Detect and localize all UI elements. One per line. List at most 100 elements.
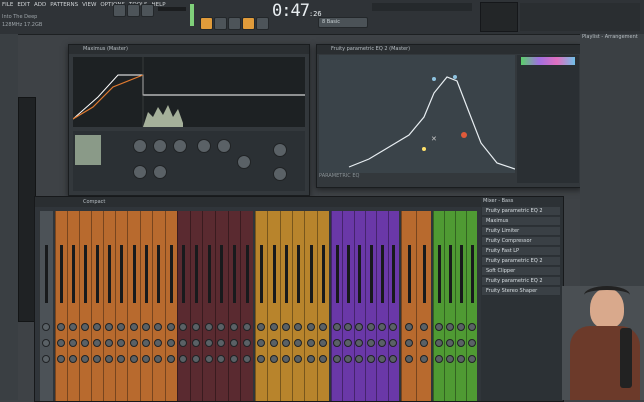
- track-knob[interactable]: [257, 323, 266, 331]
- track-knob[interactable]: [230, 323, 238, 331]
- track-knob[interactable]: [294, 339, 303, 347]
- track-knob[interactable]: [204, 339, 213, 347]
- track-knob[interactable]: [378, 339, 386, 347]
- eq-band-node[interactable]: [432, 77, 436, 81]
- eq-graph[interactable]: ✕: [319, 55, 516, 173]
- track-fader[interactable]: [369, 245, 373, 303]
- track-fader[interactable]: [448, 245, 452, 303]
- track-knob[interactable]: [204, 355, 213, 363]
- menu-view[interactable]: VIEW: [82, 2, 96, 8]
- track-knob[interactable]: [142, 355, 150, 363]
- track-fader[interactable]: [207, 245, 211, 303]
- track-knob[interactable]: [456, 355, 465, 363]
- track-knob[interactable]: [204, 323, 213, 331]
- track-fader[interactable]: [347, 245, 350, 303]
- track-knob[interactable]: [154, 323, 163, 331]
- master-knob[interactable]: [197, 139, 211, 153]
- track-knob[interactable]: [42, 323, 50, 331]
- track-knob[interactable]: [467, 339, 476, 347]
- track-knob[interactable]: [257, 355, 266, 363]
- track-knob[interactable]: [166, 339, 175, 347]
- menu-patterns[interactable]: PATTERNS: [50, 2, 78, 8]
- track-knob[interactable]: [434, 339, 443, 347]
- track-fader[interactable]: [422, 245, 426, 303]
- track-knob[interactable]: [294, 323, 303, 331]
- stop-button[interactable]: [127, 4, 140, 17]
- insert-slot[interactable]: Maximus: [482, 217, 560, 226]
- track-knob[interactable]: [445, 339, 454, 347]
- track-knob[interactable]: [281, 355, 290, 363]
- track-fader[interactable]: [459, 245, 463, 303]
- track-knob[interactable]: [57, 355, 65, 363]
- track-fader[interactable]: [157, 245, 161, 303]
- mixer-track-group[interactable]: [401, 211, 431, 401]
- maximus-graph[interactable]: [72, 57, 305, 127]
- track-knob[interactable]: [93, 323, 101, 331]
- menu-edit[interactable]: EDIT: [17, 2, 30, 8]
- track-knob[interactable]: [129, 339, 138, 347]
- insert-slot[interactable]: Fruity Compressor: [482, 237, 560, 246]
- track-knob[interactable]: [242, 355, 251, 363]
- track-fader[interactable]: [45, 245, 48, 303]
- track-fader[interactable]: [437, 245, 441, 303]
- band-selector[interactable]: [75, 135, 101, 165]
- release-knob[interactable]: [217, 139, 231, 153]
- track-fader[interactable]: [233, 245, 236, 303]
- browser-toggle-button[interactable]: [256, 17, 269, 30]
- track-knob[interactable]: [445, 323, 454, 331]
- track-knob[interactable]: [69, 339, 77, 347]
- track-knob[interactable]: [281, 339, 290, 347]
- track-fader[interactable]: [84, 245, 87, 303]
- track-knob[interactable]: [192, 339, 200, 347]
- track-knob[interactable]: [318, 339, 327, 347]
- track-knob[interactable]: [355, 355, 364, 363]
- track-knob[interactable]: [355, 323, 364, 331]
- track-knob[interactable]: [57, 339, 65, 347]
- track-knob[interactable]: [344, 323, 352, 331]
- track-knob[interactable]: [154, 339, 163, 347]
- track-knob[interactable]: [81, 323, 89, 331]
- track-knob[interactable]: [117, 323, 126, 331]
- track-fader[interactable]: [60, 245, 63, 303]
- mixer-track-group[interactable]: [433, 211, 477, 401]
- track-knob[interactable]: [105, 339, 113, 347]
- insert-slot[interactable]: Fruity Limiter: [482, 227, 560, 236]
- track-fader[interactable]: [182, 245, 186, 303]
- low-knob[interactable]: [133, 139, 147, 153]
- track-knob[interactable]: [332, 355, 341, 363]
- track-knob[interactable]: [69, 355, 77, 363]
- track-fader[interactable]: [195, 245, 198, 303]
- tempo-display[interactable]: [158, 7, 186, 11]
- browser-panel[interactable]: [0, 34, 18, 400]
- track-knob[interactable]: [105, 323, 113, 331]
- track-knob[interactable]: [230, 355, 238, 363]
- track-knob[interactable]: [230, 339, 238, 347]
- track-knob[interactable]: [306, 355, 315, 363]
- track-knob[interactable]: [332, 323, 341, 331]
- track-knob[interactable]: [42, 339, 50, 347]
- pre-knob[interactable]: [133, 165, 147, 179]
- track-knob[interactable]: [117, 355, 126, 363]
- track-knob[interactable]: [57, 323, 65, 331]
- news-panel[interactable]: [520, 3, 640, 31]
- eq-band-node[interactable]: [453, 75, 457, 79]
- track-knob[interactable]: [344, 355, 352, 363]
- track-knob[interactable]: [81, 355, 89, 363]
- track-knob[interactable]: [419, 323, 428, 331]
- track-fader[interactable]: [169, 245, 173, 303]
- track-knob[interactable]: [166, 323, 175, 331]
- mixer-track-group[interactable]: [255, 211, 329, 401]
- track-knob[interactable]: [269, 339, 278, 347]
- mixer-track-group[interactable]: [55, 211, 115, 401]
- post-knob[interactable]: [153, 165, 167, 179]
- eq-band-faders[interactable]: [517, 55, 579, 183]
- track-fader[interactable]: [145, 245, 148, 303]
- track-knob[interactable]: [318, 355, 327, 363]
- track-knob[interactable]: [306, 339, 315, 347]
- gain-knob[interactable]: [237, 155, 251, 169]
- track-fader[interactable]: [272, 245, 276, 303]
- track-knob[interactable]: [306, 323, 315, 331]
- track-knob[interactable]: [355, 339, 364, 347]
- track-knob[interactable]: [456, 323, 465, 331]
- track-knob[interactable]: [281, 323, 290, 331]
